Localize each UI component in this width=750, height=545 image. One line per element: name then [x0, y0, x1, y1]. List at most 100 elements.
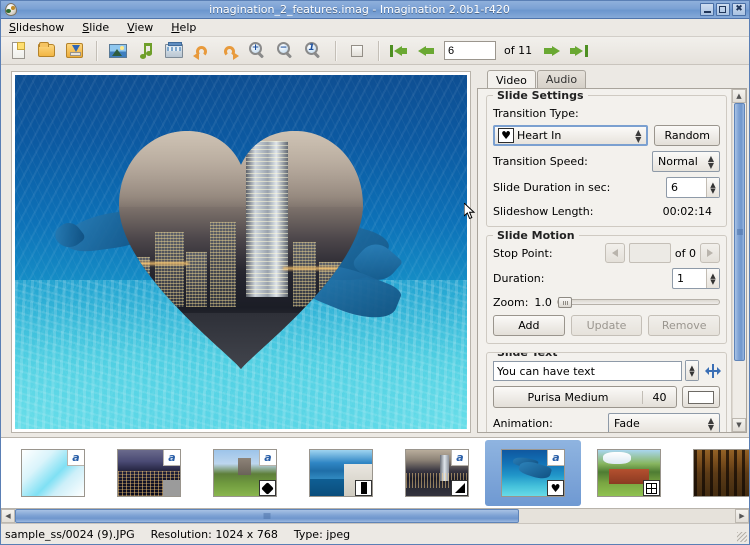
heart-icon: ♥ [498, 128, 514, 143]
save-slideshow-button[interactable] [63, 39, 87, 63]
hscroll-thumb[interactable] [15, 509, 519, 523]
main-area: Video Audio Slide Settings Transition Ty… [1, 65, 749, 437]
motion-spinner-arrows-icon[interactable]: ▲▼ [706, 269, 719, 288]
city-block-5 [293, 242, 316, 308]
text-spinner-arrows-icon[interactable]: ▲▼ [686, 361, 698, 380]
spinner-arrows-icon[interactable]: ▲▼ [706, 178, 719, 197]
thumbnail-6[interactable]: a ♥ [485, 440, 581, 506]
slide-filmstrip[interactable]: a a a a [1, 437, 749, 509]
import-pictures-button[interactable] [106, 39, 130, 63]
transition-badge-icon-7 [643, 480, 660, 496]
slide-duration-spinner[interactable]: 6 ▲▼ [666, 177, 720, 198]
status-bar: sample_ss/0024 (9).JPG Resolution: 1024 … [1, 524, 749, 544]
text-animation-combo[interactable]: Fade ▲▼ [608, 413, 720, 432]
go-previous-icon [418, 44, 436, 59]
resize-grip-icon[interactable] [737, 532, 747, 542]
transition-speed-combo[interactable]: Normal ▲▼ [652, 151, 720, 172]
slide-preview[interactable] [11, 71, 471, 433]
slide-settings-legend: Slide Settings [493, 89, 588, 102]
menu-slideshow[interactable]: Slideshow [7, 20, 66, 35]
slide-text-scroll[interactable]: ▲▼ [685, 360, 699, 381]
transition-type-label: Transition Type: [493, 107, 579, 120]
tab-video[interactable]: Video [487, 70, 536, 89]
thumbnail-4[interactable] [293, 440, 389, 506]
stop-point-next-button[interactable] [700, 243, 720, 263]
filmstrip-horizontal-scrollbar[interactable]: ◀ ▶ [1, 509, 749, 524]
slide-number-input[interactable] [444, 41, 496, 60]
rotate-right-icon [222, 44, 238, 58]
tab-audio[interactable]: Audio [537, 70, 586, 88]
stop-point-field[interactable] [629, 243, 671, 263]
transition-badge-icon-3 [259, 480, 276, 496]
motion-duration-spinner[interactable]: 1 ▲▼ [672, 268, 720, 289]
text-color-button[interactable] [682, 386, 720, 408]
open-slideshow-button[interactable] [35, 39, 59, 63]
thumbnail-1[interactable]: a [5, 440, 101, 506]
preview-container [1, 65, 477, 437]
new-slideshow-button[interactable] [7, 39, 31, 63]
hscroll-track[interactable] [15, 509, 735, 523]
menu-view-rest: iew [134, 21, 153, 34]
menu-help[interactable]: Help [169, 20, 198, 35]
menu-view[interactable]: View [125, 20, 155, 35]
status-filename: sample_ss/0024 (9).JPG [5, 528, 135, 541]
random-transition-button[interactable]: Random [654, 125, 720, 146]
panel-vertical-scrollbar[interactable]: ▲ ▼ [731, 89, 746, 432]
zoom-slider-knob[interactable] [558, 297, 572, 308]
thumbnail-image-1: a [21, 449, 85, 497]
zoom-in-button[interactable]: + [246, 39, 270, 63]
stop-point-label: Stop Point: [493, 247, 553, 260]
window-title: imagination_2_features.imag - Imaginatio… [19, 3, 700, 16]
thumbnail-7[interactable] [581, 440, 677, 506]
hscroll-left-button[interactable]: ◀ [1, 509, 15, 523]
font-size: 40 [642, 391, 676, 404]
status-resolution: Resolution: 1024 x 768 [151, 528, 278, 541]
city-tower [246, 141, 288, 297]
import-music-button[interactable] [134, 39, 158, 63]
first-slide-button[interactable] [388, 39, 412, 63]
audio-badge-icon-2: a [163, 449, 181, 466]
audio-badge-icon-1: a [67, 449, 85, 466]
slide-motion-group: Slide Motion Stop Point: of 0 Duration: [486, 235, 727, 344]
go-next-icon [542, 44, 560, 59]
open-folder-icon [38, 44, 55, 57]
transition-badge-icon-4 [355, 480, 372, 496]
next-slide-button[interactable] [540, 39, 564, 63]
thumbnail-8[interactable] [677, 440, 749, 506]
add-motion-button[interactable]: Add [493, 315, 565, 336]
zoom-slider[interactable] [557, 299, 720, 305]
thumbnail-5[interactable]: a [389, 440, 485, 506]
toolbar-separator-3 [378, 41, 379, 61]
font-select-button[interactable]: Purisa Medium 40 [493, 386, 677, 408]
zoom-out-button[interactable]: − [274, 39, 298, 63]
last-slide-button[interactable] [568, 39, 592, 63]
export-button[interactable] [162, 39, 186, 63]
transition-type-combo[interactable]: ♥ Heart In ▲▼ [493, 125, 648, 146]
scroll-track[interactable] [732, 103, 746, 418]
slide-text-input[interactable]: You can have text [493, 361, 682, 381]
stop-point-prev-button[interactable] [605, 243, 625, 263]
previous-slide-button[interactable] [416, 39, 440, 63]
thumbnail-2[interactable]: a [101, 440, 197, 506]
menu-slide[interactable]: Slide [80, 20, 111, 35]
audio-badge-icon-5: a [451, 449, 469, 466]
hscroll-right-button[interactable]: ▶ [735, 509, 749, 523]
transition-type-value: Heart In [514, 129, 561, 142]
scroll-down-button[interactable]: ▼ [732, 418, 746, 432]
rotate-right-button[interactable] [218, 39, 242, 63]
stop-button[interactable] [345, 39, 369, 63]
thumbnail-3[interactable]: a [197, 440, 293, 506]
audio-badge-icon-3: a [259, 449, 277, 466]
stop-square-icon [351, 45, 363, 57]
minimize-button[interactable] [700, 3, 714, 16]
rotate-left-icon [194, 44, 210, 58]
stop-point-count: of 0 [675, 247, 696, 260]
move-arrows-icon[interactable] [706, 364, 720, 378]
maximize-button[interactable] [716, 3, 730, 16]
transition-speed-label: Transition Speed: [493, 155, 588, 168]
scroll-up-button[interactable]: ▲ [732, 89, 746, 103]
zoom-normal-button[interactable]: 1 [302, 39, 326, 63]
rotate-left-button[interactable] [190, 39, 214, 63]
close-button[interactable]: ✖ [732, 3, 746, 16]
scroll-thumb[interactable] [734, 103, 745, 361]
